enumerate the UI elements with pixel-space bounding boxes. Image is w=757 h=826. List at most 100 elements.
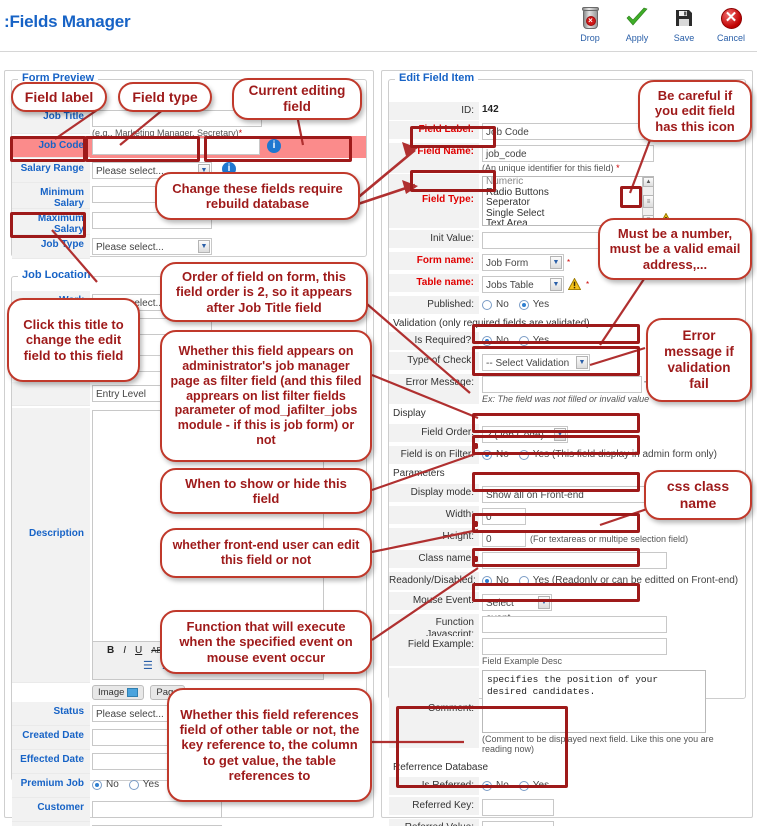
preview-label-job-code[interactable]: Job Code — [12, 136, 90, 158]
label-table-name: Table name: — [389, 274, 479, 292]
field-label-input[interactable]: Job Code — [482, 123, 645, 140]
width-input[interactable]: 0 — [482, 508, 526, 525]
preview-label-effected-date[interactable]: Effected Date — [12, 750, 90, 774]
chevron-down-icon-6[interactable]: ▼ — [550, 278, 562, 291]
callout-click-title: Click this title to change the edit fiel… — [7, 298, 140, 382]
required-star-6: * — [586, 280, 590, 289]
callout-current-editing-field: Current editing field — [232, 78, 362, 120]
row-referred-key: Referred Key: — [389, 797, 745, 817]
field-on-filter-option-yes: Yes (This field display in admin form on… — [532, 449, 717, 460]
preview-label-customer[interactable]: Customer — [12, 798, 90, 822]
save-button[interactable]: Save — [666, 4, 702, 43]
published-radio-no[interactable] — [482, 299, 492, 310]
field-on-filter-radio-no[interactable] — [482, 449, 492, 460]
drop-button[interactable]: × Drop — [572, 4, 608, 43]
is-referred-radio-yes[interactable] — [518, 780, 529, 791]
preview-label-description[interactable]: Description — [12, 408, 90, 683]
preview-label-created-date[interactable]: Created Date — [12, 726, 90, 750]
label-field-type: Field Type: — [389, 174, 479, 228]
label-field-name: Field Name: — [389, 143, 479, 173]
readonly-radio-yes[interactable] — [518, 575, 529, 586]
scroll-up-icon[interactable]: ▲ — [643, 177, 653, 187]
table-name-value[interactable]: Jobs Table — [486, 280, 534, 291]
row-referred-value: Referred Value: — [389, 819, 745, 826]
bold-icon[interactable]: B — [107, 645, 114, 656]
preview-label-job-type[interactable]: Job Type — [12, 235, 90, 259]
required-star-5: * — [567, 258, 571, 267]
published-option-yes: Yes — [532, 299, 550, 310]
callout-error-message: Error message if validation fail — [646, 318, 752, 402]
preview-label-max-salary[interactable]: Maximum Salary — [12, 209, 90, 235]
comment-textarea[interactable]: specifies the position of your desired c… — [482, 670, 706, 733]
label-error-message: Error Message: — [389, 374, 479, 404]
field-order-value[interactable]: 2 (Job Code) — [486, 430, 544, 441]
trash-icon: × — [581, 4, 599, 32]
is-referred-radio-no[interactable] — [482, 780, 492, 791]
chevron-down-icon-5[interactable]: ▼ — [550, 256, 562, 269]
preview-label-id[interactable]: ID — [12, 822, 90, 826]
row-published: Published: No Yes — [389, 296, 745, 314]
italic-icon[interactable]: I — [123, 645, 126, 656]
chevron-down-icon-8[interactable]: ▼ — [554, 428, 566, 441]
label-field-on-filter: Field is on Filter: — [389, 446, 479, 464]
salary-range-select-value[interactable]: Please select... — [96, 166, 164, 177]
customer-input[interactable] — [92, 801, 222, 818]
readonly-option-yes: Yes (Readonly or can be editted on Front… — [532, 575, 739, 586]
save-button-label: Save — [673, 33, 695, 43]
row-is-referred: Is Referred: No Yes — [389, 777, 745, 795]
callout-field-order: Order of field on form, this field order… — [160, 262, 368, 322]
apply-button[interactable]: Apply — [619, 4, 655, 43]
is-required-radio-yes[interactable] — [518, 335, 529, 346]
chevron-down-icon-7[interactable]: ▼ — [576, 356, 588, 369]
value-id: 142 — [482, 104, 499, 115]
display-mode-value[interactable]: Show all on Front-end — [486, 490, 584, 501]
published-radio-yes[interactable] — [518, 299, 529, 310]
validation-section-label: Validation (only required fields are val… — [393, 318, 590, 329]
referred-key-input[interactable] — [482, 799, 554, 816]
premium-job-radio-no[interactable] — [92, 779, 102, 790]
cancel-button[interactable]: ✕ Cancel — [713, 4, 749, 43]
status-select-value[interactable]: Please select... — [96, 709, 164, 720]
toolbar: × Drop Apply Save ✕ Cancel — [572, 4, 749, 43]
info-icon[interactable]: i — [267, 139, 281, 153]
callout-show-hide: When to show or hide this field — [160, 468, 372, 514]
scroll-thumb[interactable]: ≡ — [643, 195, 653, 208]
row-field-on-filter: Field is on Filter: No Yes (This field d… — [389, 446, 745, 464]
page-title: :Fields Manager — [4, 12, 131, 31]
label-field-label: Field Label: — [389, 121, 479, 139]
cancel-button-label: Cancel — [716, 33, 745, 43]
label-field-example: Field Example: — [389, 636, 479, 666]
field-name-hint: (An unique identifier for this field) — [482, 163, 614, 173]
field-name-input[interactable]: job_code — [482, 145, 654, 162]
readonly-radio-no[interactable] — [482, 575, 492, 586]
chevron-down-icon-10[interactable]: ▼ — [538, 596, 550, 609]
form-name-value[interactable]: Job Form — [486, 258, 528, 269]
preview-label-premium-job[interactable]: Premium Job — [12, 774, 90, 798]
preview-row-job-type: Job Type Please select... ▼ — [12, 235, 366, 259]
field-example-input[interactable] — [482, 638, 667, 655]
label-is-referred: Is Referred: — [389, 777, 479, 795]
error-message-input[interactable] — [482, 376, 642, 393]
premium-job-radio-yes[interactable] — [128, 779, 139, 790]
preview-label-salary-range[interactable]: Salary Range — [12, 159, 90, 183]
preview-label-status[interactable]: Status — [12, 702, 90, 726]
job-type-select-value[interactable]: Please select... — [96, 242, 164, 253]
function-js-input[interactable] — [482, 616, 667, 633]
field-type-option-0[interactable]: Numeric — [483, 177, 653, 188]
underline-icon[interactable]: U — [135, 645, 142, 656]
height-input[interactable]: 0 — [482, 530, 526, 547]
referred-value-input[interactable] — [482, 821, 554, 826]
chevron-down-icon-2[interactable]: ▼ — [198, 240, 210, 253]
unordered-list-icon[interactable]: ☰ — [143, 659, 153, 672]
preview-label-min-salary[interactable]: Minimum Salary — [12, 183, 90, 209]
job-code-input[interactable] — [92, 138, 260, 155]
class-name-input[interactable] — [482, 552, 667, 569]
row-readonly: Readonly/Disabled: No Yes (Readonly or c… — [389, 572, 745, 590]
premium-job-option-yes: Yes — [142, 779, 160, 790]
required-star-3: * — [616, 163, 620, 173]
field-on-filter-radio-yes[interactable] — [518, 449, 529, 460]
label-form-name: Form name: — [389, 252, 479, 270]
image-button[interactable]: Image — [92, 685, 145, 700]
is-required-radio-no[interactable] — [482, 335, 492, 346]
field-type-option-2[interactable]: Seperator — [483, 197, 653, 209]
